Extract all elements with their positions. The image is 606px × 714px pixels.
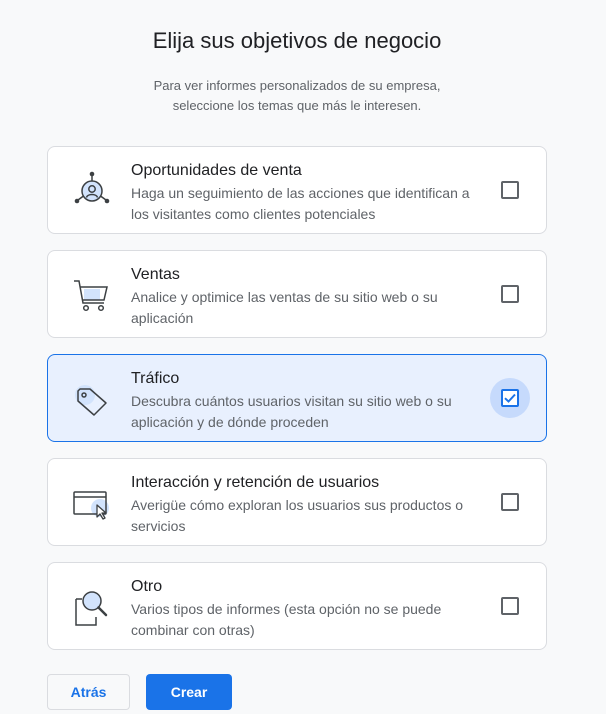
option-card-other[interactable]: Otro Varios tipos de informes (esta opci… <box>47 562 547 650</box>
option-text: Oportunidades de venta Haga un seguimien… <box>131 160 491 225</box>
back-button[interactable]: Atrás <box>47 674 130 710</box>
option-checkbox-container[interactable] <box>490 170 530 210</box>
option-text: Tráfico Descubra cuántos usuarios visita… <box>131 368 491 433</box>
lead-network-icon <box>70 169 114 213</box>
option-title: Tráfico <box>131 370 180 387</box>
page-subtitle: Para ver informes personalizados de su e… <box>0 76 594 116</box>
checkmark-icon <box>504 393 516 403</box>
option-card-traffic[interactable]: Tráfico Descubra cuántos usuarios visita… <box>47 354 547 442</box>
option-text: Interacción y retención de usuarios Aver… <box>131 472 491 537</box>
option-description: Analice y optimice las ventas de su siti… <box>131 289 438 326</box>
option-checkbox-container[interactable] <box>490 586 530 626</box>
option-checkbox[interactable] <box>501 181 519 199</box>
tag-icon <box>70 377 114 421</box>
option-checkbox[interactable] <box>501 597 519 615</box>
option-title: Interacción y retención de usuarios <box>131 474 380 491</box>
subtitle-line-1: Para ver informes personalizados de su e… <box>153 78 441 93</box>
option-description: Varios tipos de informes (esta opción no… <box>131 601 442 638</box>
option-checkbox[interactable] <box>501 389 519 407</box>
option-checkbox[interactable] <box>501 285 519 303</box>
option-description: Averigüe cómo exploran los usuarios sus … <box>131 497 464 534</box>
page-title: Elija sus objetivos de negocio <box>152 28 442 53</box>
option-title: Oportunidades de venta <box>131 162 302 179</box>
subtitle-line-2: seleccione los temas que más le interese… <box>172 98 422 113</box>
option-title: Ventas <box>131 266 180 283</box>
shopping-cart-icon <box>70 273 114 317</box>
magnifier-report-icon <box>70 585 114 629</box>
option-checkbox[interactable] <box>501 493 519 511</box>
browser-cursor-icon <box>70 481 114 525</box>
option-title: Otro <box>131 578 163 595</box>
option-card-leads[interactable]: Oportunidades de venta Haga un seguimien… <box>47 146 547 234</box>
option-text: Otro Varios tipos de informes (esta opci… <box>131 576 491 641</box>
create-button[interactable]: Crear <box>146 674 232 710</box>
option-description: Descubra cuántos usuarios visitan su sit… <box>131 393 452 430</box>
option-checkbox-container[interactable] <box>490 482 530 522</box>
business-goals-page: Elija sus objetivos de negocio Para ver … <box>0 0 606 714</box>
goal-options-list: Oportunidades de venta Haga un seguimien… <box>47 146 547 666</box>
option-description: Haga un seguimiento de las acciones que … <box>131 185 470 222</box>
option-text: Ventas Analice y optimice las ventas de … <box>131 264 491 329</box>
option-card-sales[interactable]: Ventas Analice y optimice las ventas de … <box>47 250 547 338</box>
option-checkbox-container[interactable] <box>490 274 530 314</box>
option-checkbox-container[interactable] <box>490 378 530 418</box>
option-card-engagement[interactable]: Interacción y retención de usuarios Aver… <box>47 458 547 546</box>
